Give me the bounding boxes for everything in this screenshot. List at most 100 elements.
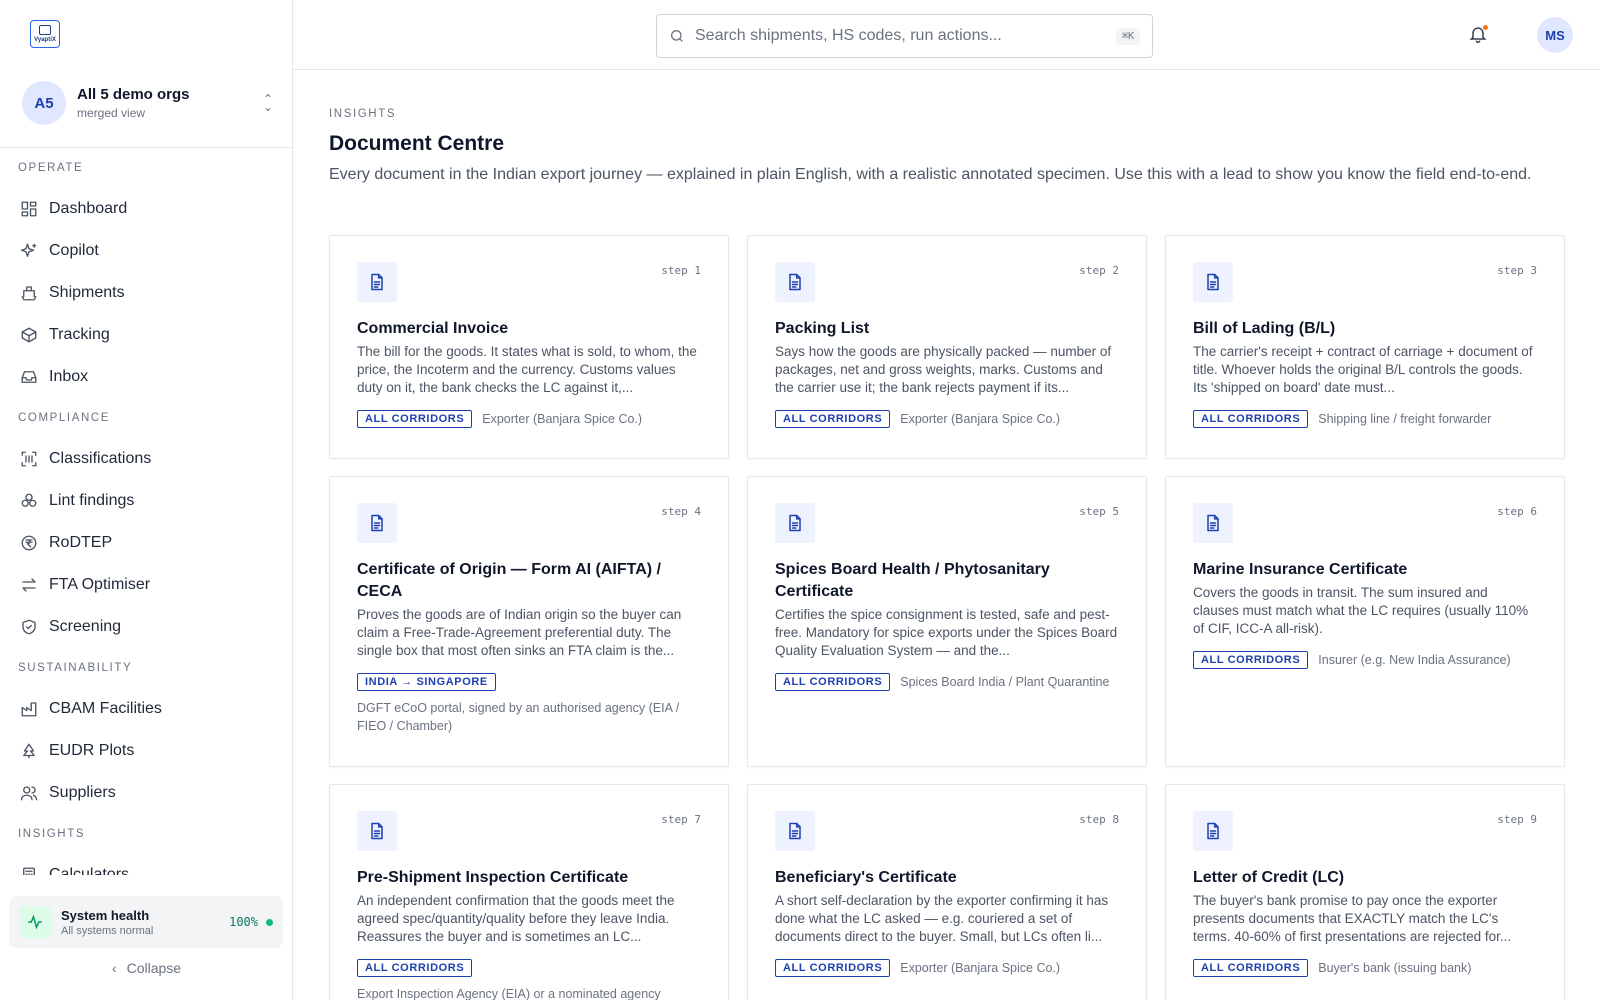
sidebar-item-label: Shipments [49,284,125,301]
document-description: The buyer's bank promise to pay once the… [1193,893,1512,944]
document-card[interactable]: step 1 Commercial Invoice The bill for t… [329,235,729,459]
document-title: Bill of Lading (B/L) [1193,320,1336,337]
document-title: Marine Insurance Certificate [1193,561,1408,578]
corridor-badge: ALL CORRIDORS [775,673,891,691]
document-icon [357,503,397,543]
document-description: Covers the goods in transit. The sum ins… [1193,585,1529,636]
document-card[interactable]: step 9 Letter of Credit (LC) The buyer's… [1165,784,1565,1000]
nav-section-insights: INSIGHTS [18,828,86,840]
ship-icon [20,284,38,302]
document-issuer: Insurer (e.g. New India Assurance) [1318,653,1511,667]
document-step: step 2 [1079,264,1119,277]
sidebar-item-label: EUDR Plots [49,742,135,759]
corridor-badge: ALL CORRIDORS [1193,959,1309,977]
arrows-icon [20,576,38,594]
search-input[interactable]: Search shipments, HS codes, run actions.… [656,14,1153,58]
document-description: An independent confirmation that the goo… [357,893,675,944]
sidebar-item-calculators[interactable]: Calculators [0,854,293,875]
sidebar-item-copilot[interactable]: Copilot [0,230,293,272]
document-icon [357,262,397,302]
org-subtitle: merged view [77,106,146,120]
corridor-badge: ALL CORRIDORS [775,410,891,428]
document-card[interactable]: step 4 Certificate of Origin — Form AI (… [329,476,729,767]
sidebar-item-label: Lint findings [49,492,135,509]
document-title: Pre-Shipment Inspection Certificate [357,869,629,886]
corridor-badge: ALL CORRIDORS [775,959,891,977]
search-icon [671,30,683,42]
sidebar-item-classifications[interactable]: Classifications [0,438,293,480]
sidebar-item-shipments[interactable]: Shipments [0,272,293,314]
document-card[interactable]: step 7 Pre-Shipment Inspection Certifica… [329,784,729,1000]
document-icon [775,262,815,302]
document-icon [775,811,815,851]
document-title: Beneficiary's Certificate [775,869,957,886]
document-issuer: Exporter (Banjara Spice Co.) [900,961,1061,975]
calculator-icon [20,866,38,875]
chevrons-up-down-icon: ⌃ ⌄ [262,91,274,114]
search-shortcut: ⌘K [1115,27,1140,45]
org-switcher[interactable]: A5 All 5 demo orgs merged view ⌃ ⌄ [22,80,277,126]
document-issuer: DGFT eCoO portal, signed by an authorise… [357,701,680,733]
collapse-sidebar-button[interactable]: ‹ Collapse [0,960,293,976]
sidebar-item-screening[interactable]: Screening [0,606,293,648]
sidebar-item-lint-findings[interactable]: Lint findings [0,480,293,522]
box-icon [20,326,38,344]
chevron-left-icon: ‹ [111,960,117,976]
sidebar-item-inbox[interactable]: Inbox [0,356,293,398]
sidebar-item-label: Screening [49,618,122,635]
sidebar-item-eudr-plots[interactable]: EUDR Plots [0,730,293,772]
biohazard-icon [20,492,38,510]
notification-dot [1482,24,1489,31]
system-health-panel[interactable]: System health All systems normal 100% [9,896,283,948]
sidebar: VyaptiX A5 All 5 demo orgs merged view ⌃… [0,0,293,1000]
document-issuer: Shipping line / freight forwarder [1318,412,1492,426]
logo-wordmark: VyaptiX [34,37,56,43]
document-description: Proves the goods are of Indian origin so… [357,607,682,658]
document-description: A short self-declaration by the exporter… [775,893,1109,944]
document-card[interactable]: step 8 Beneficiary's Certificate A short… [747,784,1147,1000]
sidebar-item-label: Inbox [49,368,89,385]
sidebar-item-suppliers[interactable]: Suppliers [0,772,293,814]
document-description: The carrier's receipt + contract of carr… [1193,344,1533,395]
document-card[interactable]: step 2 Packing List Says how the goods a… [747,235,1147,459]
brand-logo[interactable]: VyaptiX [30,20,60,48]
document-step: step 7 [661,813,701,826]
document-issuer: Exporter (Banjara Spice Co.) [482,412,643,426]
document-icon [1193,503,1233,543]
sidebar-item-label: Classifications [49,450,152,467]
document-issuer: Spices Board India / Plant Quarantine [900,675,1110,689]
scan-icon [20,450,38,468]
grid-icon [20,200,38,218]
system-health-subtitle: All systems normal [61,924,154,937]
sparkles-icon [20,242,38,260]
sidebar-item-dashboard[interactable]: Dashboard [0,188,293,230]
document-card[interactable]: step 6 Marine Insurance Certificate Cove… [1165,476,1565,767]
sidebar-item-label: Dashboard [49,200,128,217]
document-step: step 5 [1079,505,1119,518]
document-issuer: Buyer's bank (issuing bank) [1318,961,1472,975]
document-title: Letter of Credit (LC) [1193,869,1345,886]
sidebar-item-cbam-facilities[interactable]: CBAM Facilities [0,688,293,730]
document-issuer: Exporter (Banjara Spice Co.) [900,412,1061,426]
document-card[interactable]: step 3 Bill of Lading (B/L) The carrier'… [1165,235,1565,459]
notifications-button[interactable] [1468,24,1490,46]
document-icon [1193,811,1233,851]
rupee-icon [20,534,38,552]
org-avatar: A5 [22,81,66,125]
sidebar-nav: OPERATE Dashboard Copilot Shipments Trac… [0,160,293,875]
page-eyebrow: INSIGHTS [329,108,397,120]
document-icon [357,811,397,851]
sidebar-item-tracking[interactable]: Tracking [0,314,293,356]
sidebar-item-label: RoDTEP [49,534,113,551]
divider [0,147,293,148]
sidebar-item-fta-optimiser[interactable]: FTA Optimiser [0,564,293,606]
top-bar: Search shipments, HS codes, run actions.… [293,0,1600,70]
nav-section-compliance: COMPLIANCE [18,412,111,424]
user-avatar[interactable]: MS [1537,17,1573,53]
document-description: Certifies the spice consignment is teste… [775,607,1118,658]
sidebar-item-rodtep[interactable]: RoDTEP [0,522,293,564]
document-card[interactable]: step 5 Spices Board Health / Phytosanita… [747,476,1147,767]
inbox-icon [20,368,38,386]
page-description: Every document in the Indian export jour… [329,166,1532,183]
users-icon [20,784,38,802]
